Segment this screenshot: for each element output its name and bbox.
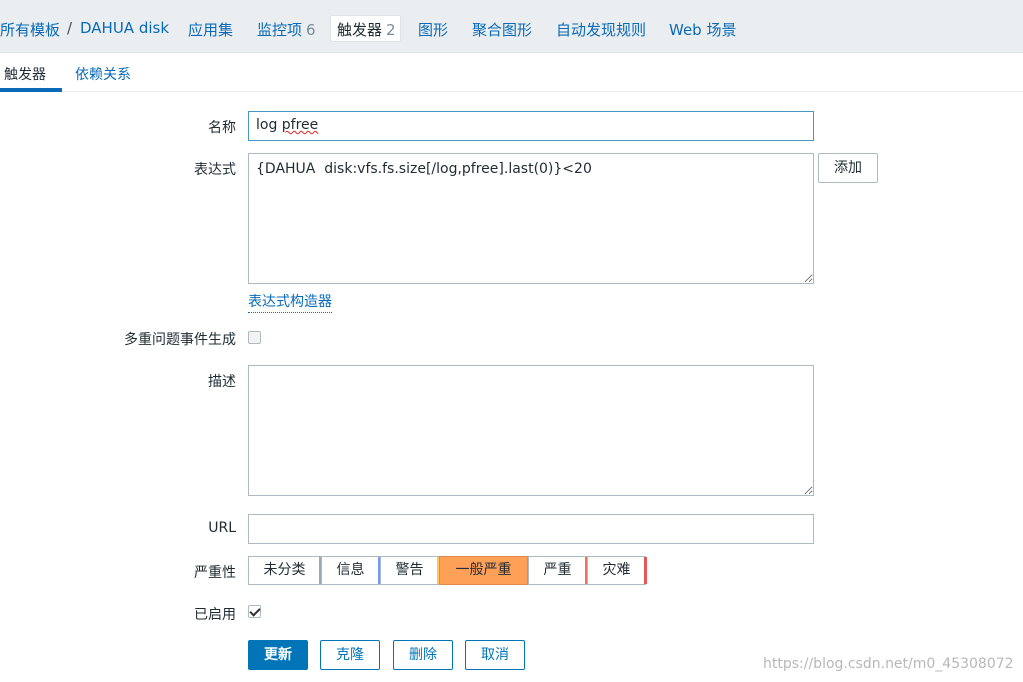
severity-average[interactable]: 一般严重 xyxy=(439,556,528,585)
breadcrumb-template-name[interactable]: DAHUA disk xyxy=(80,19,169,37)
nav-triggers-label: 触发器 xyxy=(337,21,383,39)
add-expression-button[interactable]: 添加 xyxy=(818,153,878,183)
name-label: 名称 xyxy=(208,120,236,136)
description-textarea[interactable] xyxy=(248,365,814,496)
name-value-spellcheck: pfree xyxy=(281,117,319,133)
severity-label: 严重性 xyxy=(194,565,236,581)
severity-disaster-label: 灾难 xyxy=(602,562,631,578)
expression-textarea[interactable]: {DAHUA disk:vfs.fs.size[/log,pfree].last… xyxy=(248,153,814,284)
form-tabs: 触发器 依赖关系 xyxy=(0,53,1023,92)
url-input[interactable] xyxy=(248,514,814,544)
nav-triggers-count: 2 xyxy=(386,21,396,39)
tab-trigger[interactable]: 触发器 xyxy=(4,64,46,84)
tab-dependencies[interactable]: 依赖关系 xyxy=(75,64,131,84)
template-nav-bar: 所有模板 / DAHUA disk 应用集 监控项 6 触发器 2 图形 聚合图形 … xyxy=(0,0,1023,53)
severity-high[interactable]: 严重 xyxy=(528,556,588,585)
description-label: 描述 xyxy=(208,374,236,390)
name-input[interactable] xyxy=(248,111,814,141)
nav-items[interactable]: 监控项 6 xyxy=(257,19,316,40)
nav-items-count: 6 xyxy=(306,21,316,39)
watermark-text: https://blog.csdn.net/m0_45308072 xyxy=(763,656,1014,672)
nav-triggers[interactable]: 触发器 2 xyxy=(337,19,396,40)
nav-discovery-rules[interactable]: 自动发现规则 xyxy=(556,19,646,40)
severity-disaster[interactable]: 灾难 xyxy=(587,556,647,585)
nav-items-label: 监控项 xyxy=(257,21,303,39)
severity-warning[interactable]: 警告 xyxy=(380,556,440,585)
delete-button[interactable]: 删除 xyxy=(393,640,453,670)
severity-information-label: 信息 xyxy=(336,562,365,578)
active-tab-indicator xyxy=(0,88,62,92)
enabled-checkbox[interactable] xyxy=(248,605,261,618)
name-value-plain: log xyxy=(256,117,282,133)
cancel-button[interactable]: 取消 xyxy=(465,640,525,670)
url-label: URL xyxy=(208,520,236,536)
enabled-label: 已启用 xyxy=(194,607,236,623)
breadcrumb-separator: / xyxy=(67,19,73,37)
clone-button[interactable]: 克隆 xyxy=(320,640,380,670)
severity-color-strip xyxy=(644,557,647,584)
severity-average-label: 一般严重 xyxy=(455,562,512,578)
nav-graphs[interactable]: 图形 xyxy=(418,19,448,40)
nav-screens[interactable]: 聚合图形 xyxy=(472,19,532,40)
nav-applications[interactable]: 应用集 xyxy=(188,19,233,40)
nav-web-scenarios[interactable]: Web 场景 xyxy=(669,19,736,40)
severity-warning-label: 警告 xyxy=(395,562,424,578)
multiple-events-checkbox[interactable] xyxy=(248,331,261,344)
update-button[interactable]: 更新 xyxy=(248,640,308,670)
name-input-value: log pfree xyxy=(256,117,318,133)
expression-label: 表达式 xyxy=(194,162,236,178)
severity-high-label: 严重 xyxy=(543,562,572,578)
severity-not-classified[interactable]: 未分类 xyxy=(248,556,322,585)
expression-constructor-link[interactable]: 表达式构造器 xyxy=(248,291,332,313)
severity-information[interactable]: 信息 xyxy=(321,556,381,585)
breadcrumb-all-templates[interactable]: 所有模板 xyxy=(0,19,60,40)
severity-not-classified-label: 未分类 xyxy=(263,562,306,578)
multiple-events-label: 多重问题事件生成 xyxy=(124,332,236,348)
